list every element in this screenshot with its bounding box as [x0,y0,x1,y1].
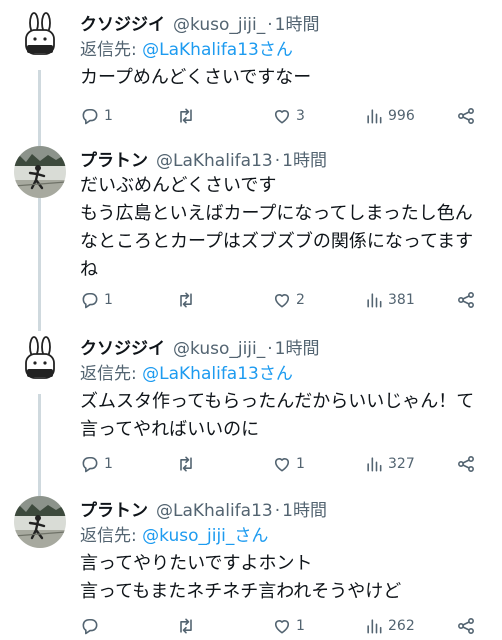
reply-button[interactable]: 1 [80,288,113,312]
retweet-icon [180,108,192,124]
like-button[interactable]: 1 [272,452,305,476]
views-button[interactable]: 381 [364,288,415,312]
reply-prefix: 返信先: [80,364,137,384]
tweet-text: カープめんどくさいですなー [80,67,312,88]
rabbit-avatar-icon[interactable] [14,10,66,62]
bar-chart-icon [367,457,382,472]
author-handle[interactable]: @kuso_jiji_ [173,339,265,359]
reply-count: 1 [104,456,113,472]
bar-chart-icon [367,109,382,124]
reply-icon [82,292,98,309]
reply-prefix: 返信先: [80,40,137,60]
timestamp[interactable]: 1時間 [282,496,327,521]
reply-button[interactable]: 1 [80,452,113,476]
view-count: 381 [388,292,415,308]
share-icon [458,618,474,634]
retweet-button[interactable] [176,452,200,476]
reply-thread: クソジジイ @kuso_jiji_ · 1時間 返信先: @LaKhalifa1… [0,0,502,640]
photo-avatar-icon[interactable] [14,496,66,548]
reply-icon [82,618,98,635]
separator-dot: · [274,501,281,521]
heart-icon [274,620,290,634]
share-icon [458,108,474,124]
retweet-button[interactable] [176,104,200,128]
action-bar: 1 262 [80,614,490,638]
tweet-text: 言ってやりたいですよホント 言ってもまたネチネチ言われそうやけど [80,553,402,602]
author-name[interactable]: プラトン [80,496,148,521]
timestamp[interactable]: 1時間 [282,146,327,171]
view-count: 327 [388,456,415,472]
share-button[interactable] [456,104,476,128]
like-count: 3 [296,108,305,124]
author-name[interactable]: クソジジイ [80,10,165,35]
share-button[interactable] [456,288,476,312]
reply-to: 返信先: @kuso_jiji_さん [80,522,486,550]
retweet-button[interactable] [176,614,200,638]
author-handle[interactable]: @LaKhalifa13 [156,501,273,521]
tweet-text: だいぶめんどくさいです もう広島といえばカープになってしまったし色んなところとカ… [80,175,474,280]
bar-chart-icon [367,293,382,308]
reply-to: 返信先: @LaKhalifa13さん [80,360,486,388]
retweet-icon [180,618,192,634]
reply-button[interactable] [80,614,104,638]
like-button[interactable]: 1 [272,614,305,638]
thread-line [38,394,41,496]
separator-dot: · [267,339,273,359]
bar-chart-icon [367,619,382,634]
retweet-button[interactable] [176,288,200,312]
reply-to: 返信先: @LaKhalifa13さん [80,36,486,64]
view-count: 996 [388,108,415,124]
author-handle[interactable]: @kuso_jiji_ [173,15,265,35]
like-count: 2 [296,292,305,308]
views-button[interactable]: 262 [364,614,415,638]
reply-count: 1 [104,292,113,308]
reply-prefix: 返信先: [80,526,137,546]
views-button[interactable]: 327 [364,452,415,476]
tweet-text: ズムスタ作ってもらったんだからいいじゃん！て言ってやればいいのに [80,391,475,440]
separator-dot: · [274,151,281,171]
action-bar: 1 3 996 [80,104,490,128]
reply-button[interactable]: 1 [80,104,113,128]
share-icon [458,292,474,308]
heart-icon [274,110,290,124]
like-button[interactable]: 2 [272,288,305,312]
rabbit-avatar-icon[interactable] [14,334,66,386]
photo-avatar-icon[interactable] [14,146,66,198]
separator-dot: · [267,15,273,35]
author-name[interactable]: クソジジイ [80,334,165,359]
heart-icon [274,294,290,308]
timestamp[interactable]: 1時間 [275,334,320,359]
heart-icon [274,458,290,472]
reply-target-link[interactable]: @LaKhalifa13さん [142,364,293,384]
reply-icon [82,456,98,473]
like-count: 1 [296,618,305,634]
timestamp[interactable]: 1時間 [275,10,320,35]
action-bar: 1 2 381 [80,288,490,312]
reply-target-link[interactable]: @kuso_jiji_さん [142,526,268,546]
like-button[interactable]: 3 [272,104,305,128]
author-name[interactable]: プラトン [80,146,148,171]
action-bar: 1 1 327 [80,452,490,476]
reply-count: 1 [104,108,113,124]
author-handle[interactable]: @LaKhalifa13 [156,151,273,171]
reply-icon [82,108,98,125]
retweet-icon [180,456,192,472]
like-count: 1 [296,456,305,472]
share-icon [458,456,474,472]
view-count: 262 [388,618,415,634]
retweet-icon [180,292,192,308]
reply-target-link[interactable]: @LaKhalifa13さん [142,40,293,60]
share-button[interactable] [456,614,476,638]
thread-line [38,206,41,331]
views-button[interactable]: 996 [364,104,415,128]
share-button[interactable] [456,452,476,476]
